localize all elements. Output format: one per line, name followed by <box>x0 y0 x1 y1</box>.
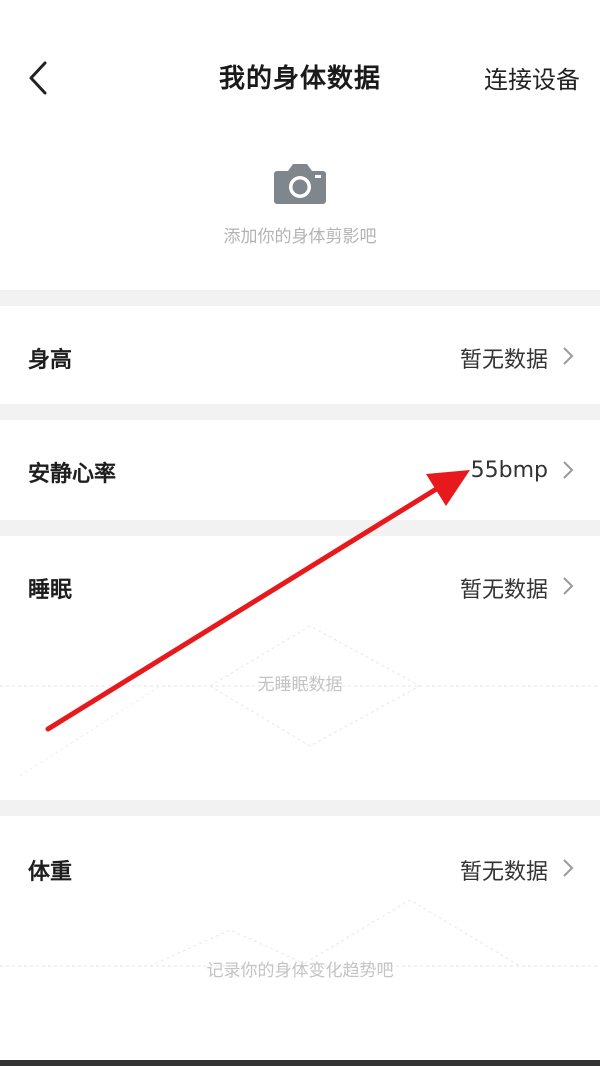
weight-card[interactable]: 体重 暂无数据 记录你的身体变化趋势吧 <box>0 816 600 1060</box>
silhouette-hint: 添加你的身体剪影吧 <box>223 227 377 247</box>
weight-value: 暂无数据 <box>459 860 548 885</box>
header: 我的身体数据 连接设备 <box>0 0 600 117</box>
height-value: 暂无数据 <box>459 348 548 373</box>
sleep-value: 暂无数据 <box>459 578 548 603</box>
chevron-right-icon <box>563 577 574 595</box>
bottom-edge <box>0 1060 600 1066</box>
section-divider <box>0 404 600 420</box>
connect-device-button[interactable]: 连接设备 <box>484 60 580 95</box>
heart-rate-label: 安静心率 <box>28 462 117 487</box>
camera-icon <box>274 164 326 204</box>
resting-heart-rate-row[interactable]: 安静心率 55bmp <box>0 420 600 520</box>
chevron-right-icon <box>563 347 574 365</box>
section-divider <box>0 290 600 306</box>
sleep-empty-graph <box>0 625 600 777</box>
heart-rate-value: 55bmp <box>470 458 548 483</box>
chevron-right-icon <box>563 859 574 877</box>
weight-empty-text: 记录你的身体变化趋势吧 <box>206 961 394 981</box>
sleep-label: 睡眠 <box>28 578 73 603</box>
chevron-right-icon <box>563 461 574 479</box>
height-row[interactable]: 身高 暂无数据 <box>0 306 600 404</box>
height-label: 身高 <box>28 348 73 373</box>
sleep-card[interactable]: 睡眠 暂无数据 无睡眠数据 <box>0 536 600 800</box>
section-divider <box>0 520 600 536</box>
weight-label: 体重 <box>28 860 73 885</box>
add-silhouette-area[interactable]: 添加你的身体剪影吧 <box>0 116 600 290</box>
section-divider <box>0 800 600 816</box>
sleep-empty-text: 无睡眠数据 <box>257 675 343 695</box>
